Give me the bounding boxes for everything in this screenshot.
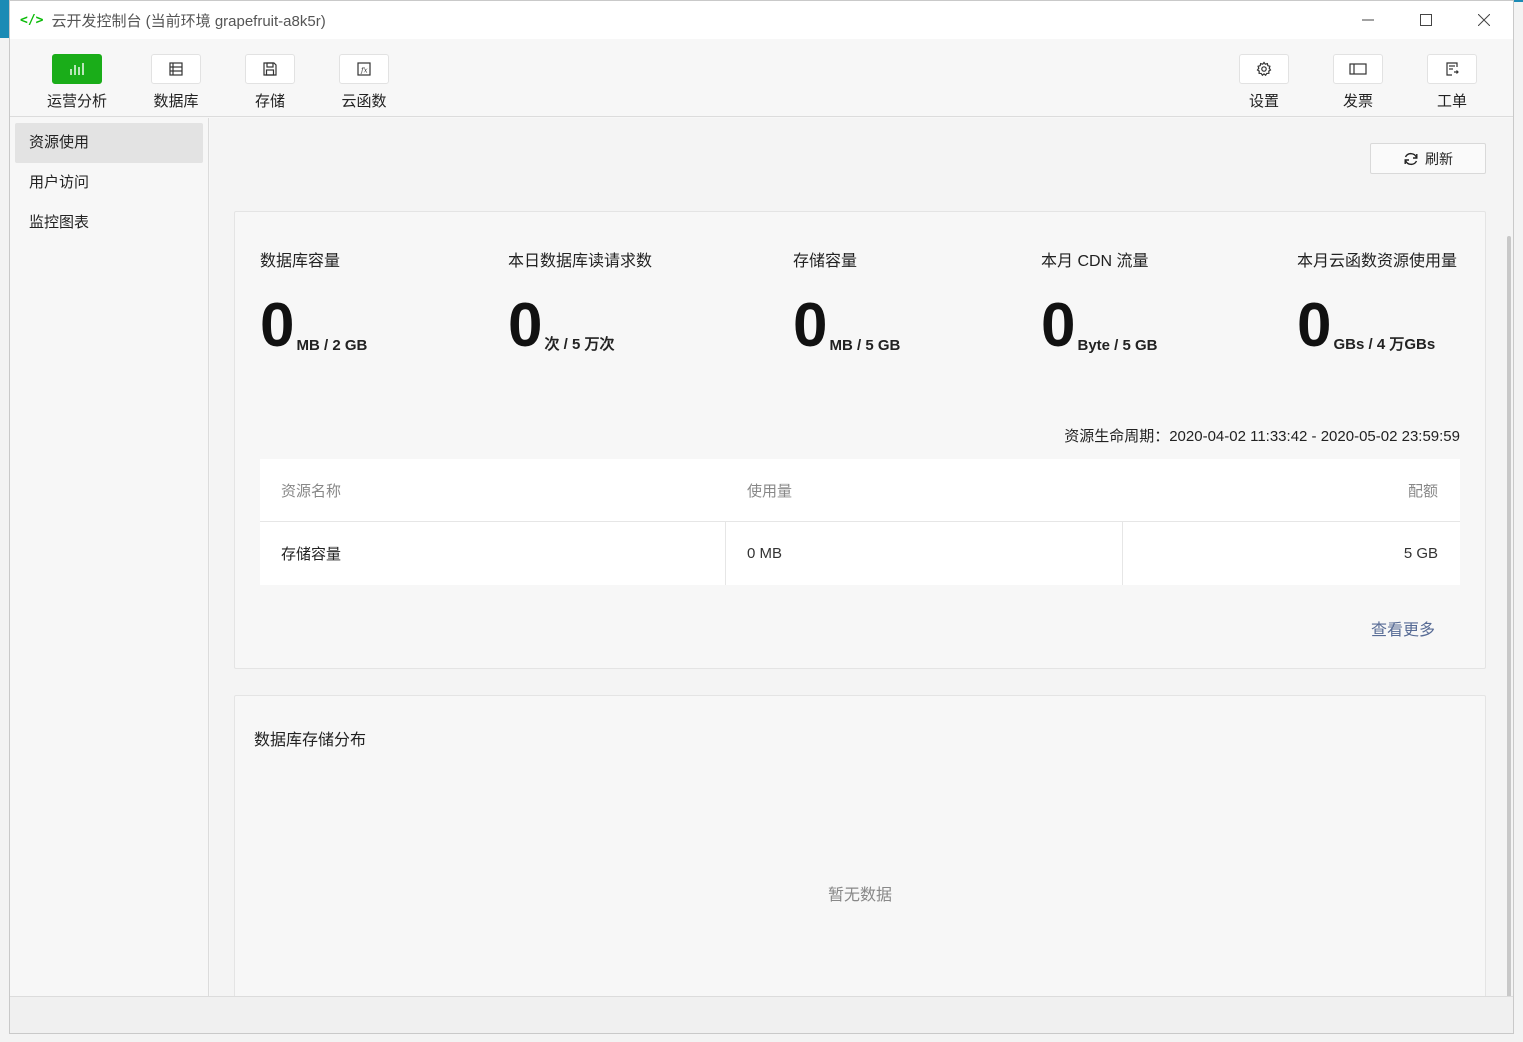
metric-label: 存储容量: [793, 253, 858, 270]
close-button[interactable]: [1455, 1, 1513, 39]
metric-label: 数据库容量: [260, 253, 341, 270]
invoice-icon: [1333, 54, 1383, 84]
metric-db-capacity: 数据库容量 0 MB / 2 GB: [260, 247, 367, 357]
code-icon: </>: [20, 12, 44, 28]
db-storage-distribution-card: 数据库存储分布 暂无数据: [234, 695, 1486, 996]
metric-label: 本日数据库读请求数: [508, 253, 653, 270]
toolbar-label: 云函数: [341, 93, 387, 110]
resource-usage-card: 数据库容量 0 MB / 2 GB 本日数据库读请求数 0次 / 5 万次 存储容…: [234, 211, 1486, 669]
cell-resource-name: 存储容量: [260, 522, 726, 585]
table-row: 存储容量 0 MB 5 GB: [260, 522, 1460, 585]
database-icon: [151, 54, 201, 84]
toolbar-analytics-button[interactable]: 运营分析: [42, 54, 112, 111]
column-header-usage: 使用量: [747, 482, 793, 500]
background-app-strip: [1514, 0, 1523, 1042]
toolbar-label: 工单: [1436, 93, 1467, 110]
window-title: 云开发控制台 (当前环境 grapefruit-a8k5r): [51, 12, 326, 30]
metric-unit: 次 / 5 万次: [544, 336, 615, 353]
background-app-strip: [0, 0, 9, 38]
sidebar-item-resource-usage[interactable]: 资源使用: [15, 123, 203, 163]
metric-value: 0: [260, 291, 295, 360]
toolbar-invoice-button[interactable]: 发票: [1323, 54, 1393, 111]
metric-label: 本月云函数资源使用量: [1297, 253, 1458, 270]
title-bar: </> 云开发控制台 (当前环境 grapefruit-a8k5r): [10, 1, 1513, 39]
cell-usage: 0 MB: [726, 522, 1123, 585]
refresh-icon: [1404, 152, 1418, 165]
toolbar-label: 存储: [254, 93, 285, 110]
minimize-button[interactable]: [1339, 1, 1397, 39]
resource-lifecycle: 资源生命周期：2020-04-02 11:33:42 - 2020-05-02 …: [1064, 428, 1460, 445]
storage-icon: [245, 54, 295, 84]
refresh-button[interactable]: 刷新: [1370, 143, 1486, 174]
metric-label: 本月 CDN 流量: [1041, 253, 1149, 270]
function-icon: fx: [339, 54, 389, 84]
console-window: </> 云开发控制台 (当前环境 grapefruit-a8k5r) 运营分析: [9, 0, 1514, 1034]
metric-unit: MB / 2 GB: [296, 337, 368, 354]
sidebar-item-monitoring-charts[interactable]: 监控图表: [15, 203, 203, 243]
table-header-row: 资源名称 使用量 配额: [260, 459, 1460, 522]
toolbar-label: 发票: [1342, 93, 1373, 110]
maximize-button[interactable]: [1397, 1, 1455, 39]
metric-function-usage: 本月云函数资源使用量 0 GBs / 4 万GBs: [1297, 247, 1457, 357]
toolbar-ticket-button[interactable]: 工单: [1417, 54, 1487, 111]
toolbar-label: 数据库: [153, 93, 199, 110]
refresh-label: 刷新: [1425, 150, 1453, 167]
bar-chart-icon: [52, 54, 102, 84]
toolbar: 运营分析 数据库 存储 fx 云函数 设置 发票 工单: [10, 39, 1513, 117]
column-header-name: 资源名称: [281, 482, 342, 500]
gear-icon: [1239, 54, 1289, 84]
metric-storage-capacity: 存储容量 0 MB / 5 GB: [793, 247, 900, 357]
view-more-link[interactable]: 查看更多: [1371, 616, 1435, 640]
toolbar-settings-button[interactable]: 设置: [1229, 54, 1299, 111]
ticket-icon: [1427, 54, 1477, 84]
metric-value: 0: [508, 291, 543, 360]
toolbar-database-button[interactable]: 数据库: [141, 54, 211, 111]
cell-quota: 5 GB: [1403, 545, 1438, 562]
toolbar-label: 运营分析: [46, 93, 107, 110]
background-app-strip: [0, 38, 9, 1042]
column-header-quota: 配额: [1407, 482, 1438, 500]
metric-value: 0: [1297, 291, 1332, 360]
sidebar: 资源使用 用户访问 监控图表: [10, 118, 209, 996]
sidebar-item-user-access[interactable]: 用户访问: [15, 163, 203, 203]
metric-value: 0: [793, 291, 828, 360]
metric-db-reads: 本日数据库读请求数 0次 / 5 万次: [508, 247, 652, 357]
toolbar-storage-button[interactable]: 存储: [235, 54, 305, 111]
card-title: 数据库存储分布: [254, 732, 367, 749]
window-controls: [1339, 1, 1513, 39]
metric-unit: Byte / 5 GB: [1077, 337, 1158, 354]
vertical-scrollbar[interactable]: [1507, 236, 1511, 996]
background-app-strip: [0, 1034, 1523, 1042]
status-bar: [10, 996, 1513, 1033]
toolbar-cloud-function-button[interactable]: fx 云函数: [329, 54, 399, 111]
toolbar-label: 设置: [1248, 93, 1279, 110]
metric-unit: GBs / 4 万GBs: [1333, 336, 1436, 353]
metric-unit: MB / 5 GB: [829, 337, 901, 354]
metric-value: 0: [1041, 291, 1076, 360]
svg-text:fx: fx: [360, 67, 368, 75]
main-content: 刷新 数据库容量 0 MB / 2 GB 本日数据库读请求数 0次 / 5 万次 …: [210, 118, 1513, 996]
empty-state: 暂无数据: [827, 887, 892, 904]
resource-table: 资源名称 使用量 配额 存储容量 0 MB 5 GB: [260, 459, 1460, 585]
metric-cdn-traffic: 本月 CDN 流量 0 Byte / 5 GB: [1041, 247, 1158, 357]
